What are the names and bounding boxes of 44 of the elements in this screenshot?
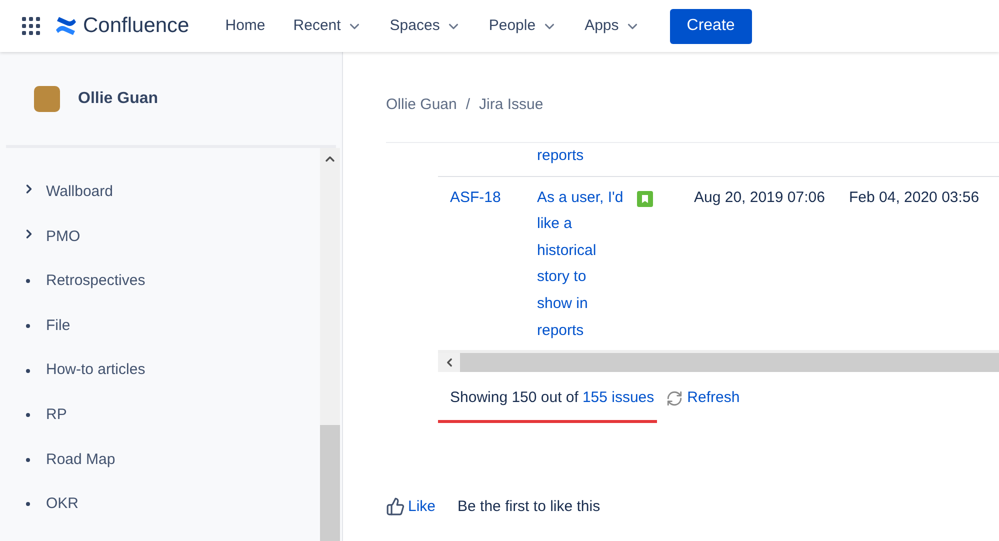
issue-key-link[interactable]: ASF-18 [450, 188, 501, 206]
horizontal-scrollbar[interactable] [438, 350, 999, 372]
updated-date: Feb 04, 2020 03:56 [849, 188, 980, 206]
issue-summary-link[interactable]: reports [537, 143, 625, 170]
issues-link[interactable]: 155 issues [582, 387, 654, 410]
nav-item[interactable]: Recent [279, 14, 376, 38]
sidebar-item[interactable]: OKR [46, 493, 79, 516]
refresh-icon [666, 390, 684, 407]
bullet-icon [26, 279, 30, 284]
sidebar-item[interactable]: Road Map [46, 448, 116, 472]
created-date: Aug 20, 2019 07:06 [694, 188, 825, 206]
breadcrumb-link[interactable]: Ollie Guan [386, 94, 457, 116]
app-switcher-icon[interactable] [22, 17, 40, 35]
vertical-scrollbar[interactable] [320, 148, 340, 541]
bullet-icon [26, 368, 30, 373]
bullet-icon [26, 413, 30, 418]
nav-item[interactable]: Apps [570, 14, 654, 38]
issue-summary-link[interactable]: As a user, I'd like a historical story to show in reports [537, 184, 625, 344]
likes-text: Be the first to like this [458, 496, 600, 517]
bookmark-icon [637, 190, 653, 207]
bullet-icon [26, 324, 30, 328]
sidebar-item[interactable]: File [46, 314, 70, 338]
sidebar-item[interactable]: Wallboard [46, 181, 113, 204]
product-name[interactable]: Confluence [83, 10, 190, 42]
bullet-icon [26, 458, 30, 462]
thumbs-up-icon [386, 497, 405, 516]
nav-item[interactable]: Spaces [376, 14, 475, 38]
sidebar-item[interactable]: RP [46, 404, 67, 427]
sidebar-item[interactable]: PMO [46, 226, 80, 248]
logo-icon [55, 16, 77, 36]
issue-count-text: Showing 150 out of [450, 388, 578, 408]
like-button[interactable]: Like [386, 496, 436, 518]
breadcrumb-separator: / [466, 94, 470, 115]
sidebar-item[interactable]: How-to articles [46, 359, 146, 382]
breadcrumb-link[interactable]: Jira Issue [479, 94, 544, 116]
nav-item[interactable]: Home [211, 14, 280, 38]
avatar [34, 86, 60, 112]
refresh-link[interactable]: Refresh [687, 387, 740, 410]
space-name[interactable]: Ollie Guan [78, 86, 158, 110]
bullet-icon [26, 502, 30, 506]
nav-item[interactable]: People [474, 14, 571, 38]
sidebar-item[interactable]: Retrospectives [46, 270, 146, 293]
scrollbar-thumb[interactable] [320, 425, 340, 541]
create-button[interactable]: Create [670, 8, 752, 44]
